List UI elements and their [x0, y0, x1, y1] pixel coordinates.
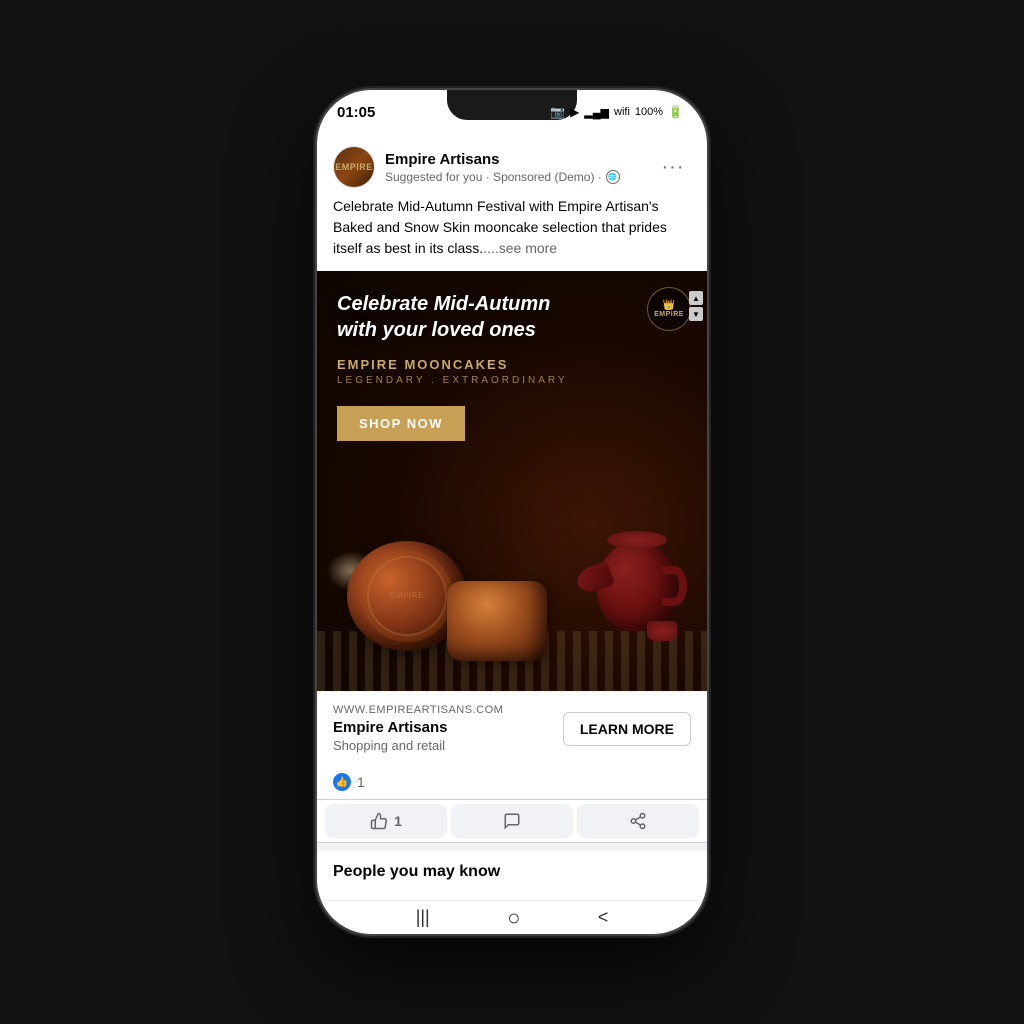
teapot — [577, 501, 687, 631]
signal-bars: ▂▄▆ — [584, 106, 609, 119]
teapot-lid — [607, 531, 667, 549]
teapot-handle — [662, 566, 687, 606]
post-header: EMPIRE Empire Artisans Suggested for you… — [317, 134, 707, 196]
share-icon — [629, 812, 647, 830]
avatar-image: EMPIRE — [334, 147, 374, 187]
globe-icon: 🌐 — [606, 170, 620, 184]
link-description: Shopping and retail — [333, 738, 563, 753]
ad-tagline: LEGENDARY . EXTRAORDINARY — [337, 375, 687, 386]
home-nav-button[interactable]: ○ — [507, 905, 520, 931]
camera-icon: 📷 — [550, 105, 565, 119]
ad-text-overlay: Celebrate Mid-Autumn with your loved one… — [337, 291, 687, 441]
like-icon — [370, 812, 388, 830]
shop-now-button[interactable]: SHOP NOW — [337, 406, 465, 441]
feed-content[interactable]: EMPIRE Empire Artisans Suggested for you… — [317, 134, 707, 900]
fb-post-card: EMPIRE Empire Artisans Suggested for you… — [317, 134, 707, 843]
status-icons: 📷 ▶ ▂▄▆ wifi 100% 🔋 — [550, 105, 683, 119]
post-meta: Empire Artisans Suggested for you · Spon… — [385, 151, 645, 184]
ad-image[interactable]: 👑 EMPIRE Celebrate Mid-Autumn with your … — [317, 271, 707, 691]
post-subtitle: Suggested for you · Sponsored (Demo) · 🌐 — [385, 170, 645, 184]
video-icon: ▶ — [570, 105, 579, 119]
link-info: WWW.EMPIREARTISANS.COM Empire Artisans S… — [333, 704, 563, 753]
battery-text: 100% — [635, 106, 663, 118]
share-button[interactable] — [577, 804, 699, 838]
mooncake-scene: EMPIRE — [317, 471, 707, 691]
like-button[interactable]: 1 — [325, 804, 447, 838]
learn-more-button[interactable]: LEARN MORE — [563, 712, 691, 746]
phone-frame: 01:05 📷 ▶ ▂▄▆ wifi 100% 🔋 EMPIRE — [317, 90, 707, 934]
comment-button[interactable] — [451, 804, 573, 838]
ad-headline: Celebrate Mid-Autumn with your loved one… — [337, 291, 687, 343]
reaction-count: 1 — [357, 774, 365, 790]
pymk-title: People you may know — [333, 863, 691, 881]
status-time: 01:05 — [337, 104, 375, 121]
mooncake-right — [447, 581, 547, 671]
scroll-indicator: ▲ ▼ — [689, 291, 703, 321]
like-count: 1 — [394, 813, 402, 829]
back-nav-button[interactable]: < — [598, 907, 609, 928]
mooncake-body-right — [447, 581, 547, 661]
link-url: WWW.EMPIREARTISANS.COM — [333, 704, 563, 716]
action-buttons: 1 — [317, 800, 707, 843]
comment-icon — [503, 812, 521, 830]
wifi-icon: wifi — [614, 106, 630, 118]
reactions-bar: 👍 1 — [317, 765, 707, 800]
bottom-nav-bar: ||| ○ < — [317, 900, 707, 934]
battery-icon: 🔋 — [668, 105, 683, 119]
post-text: Celebrate Mid-Autumn Festival with Empir… — [317, 196, 707, 271]
teacup — [647, 621, 677, 641]
like-reaction-icon: 👍 — [333, 773, 351, 791]
see-more-link[interactable]: ....see more — [483, 240, 557, 256]
more-options-button[interactable]: ··· — [655, 149, 691, 185]
post-sub-text: Suggested for you · Sponsored (Demo) · — [385, 170, 602, 184]
page-name[interactable]: Empire Artisans — [385, 151, 645, 169]
menu-nav-button[interactable]: ||| — [416, 907, 430, 928]
link-title: Empire Artisans — [333, 719, 563, 736]
avatar[interactable]: EMPIRE — [333, 146, 375, 188]
ad-brand: EMPIRE MOONCAKES — [337, 357, 687, 372]
link-preview[interactable]: WWW.EMPIREARTISANS.COM Empire Artisans S… — [317, 691, 707, 765]
phone-screen: 01:05 📷 ▶ ▂▄▆ wifi 100% 🔋 EMPIRE — [317, 90, 707, 934]
status-bar: 01:05 📷 ▶ ▂▄▆ wifi 100% 🔋 — [317, 90, 707, 134]
pymk-section: People you may know — [317, 851, 707, 900]
